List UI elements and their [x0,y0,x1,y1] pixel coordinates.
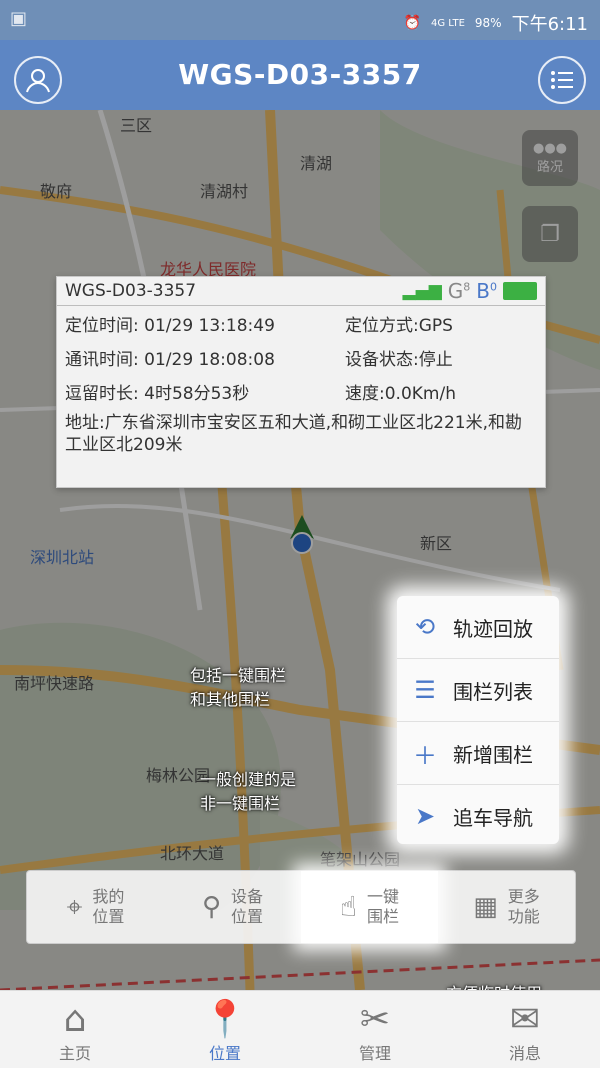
menu-item-navigate[interactable]: ➤ 追车导航 [397,785,559,847]
map-label-5: 深圳北站 [30,548,95,567]
time-label: 下午6:11 [511,14,588,35]
android-icon: ▣ [10,8,28,29]
my-location-button[interactable]: ⌖ 我的 位置 [27,871,164,943]
loc-method-label: 定位方式: [345,315,419,336]
menu-item-label: 围栏列表 [453,679,533,704]
location-pin-icon: 📍 [202,999,248,1040]
gsm-label: G8 [447,279,471,303]
list-icon: ☰ [414,676,436,704]
device-id: WGS-D03-3357 [65,281,197,301]
header: WGS-D03-3357 [0,40,600,110]
menu-item-label: 轨迹回放 [453,616,533,641]
loc-time-label: 定位时间: [65,315,139,336]
battery-label: 98% [474,16,502,30]
speed-label: 速度: [345,383,385,404]
hand-pointer-icon: ☝ [339,890,358,923]
device-location-label: 设备 位置 [231,887,264,926]
info-row-1: 定位时间: 01/29 13:18:49 定位方式:GPS [57,306,545,340]
nav-messages[interactable]: ✉ 消息 [450,991,600,1068]
more-label: 更多 功能 [507,887,540,926]
more-actions-popup: ⟲ 轨迹回放 ☰ 围栏列表 ＋ 新增围栏 ➤ 追车导航 [397,596,559,844]
grid-icon: ▦ [473,892,498,922]
bottom-nav: ⌂ 主页 📍 位置 ✂ 管理 ✉ 消息 [0,990,600,1068]
map-label-8: 北环大道 [160,844,225,863]
map-label-3: 清湖 [300,154,333,173]
menu-item-label: 新增围栏 [453,742,533,767]
map-label-10: 新区 [420,534,453,553]
info-header: WGS-D03-3357 ▂▄▆ G8 B0 [57,277,545,306]
info-row-2: 通讯时间: 01/29 18:08:08 设备状态:停止 [57,340,545,374]
comm-time-label: 通讯时间: [65,349,139,370]
my-location-label: 我的 位置 [92,887,125,926]
one-key-fence-button[interactable]: ☝ 一键 围栏 [301,871,438,943]
signal-indicators: ▂▄▆ G8 B0 [403,279,537,303]
message-bubble-icon: ✉ [509,999,541,1040]
loc-method-value: GPS [418,315,453,336]
nav-home[interactable]: ⌂ 主页 [0,991,150,1068]
nav-location-label: 位置 [208,1044,241,1063]
stay-label: 逗留时长: [65,383,139,404]
traffic-light-icon: ●●● [532,141,568,156]
menu-item-track-replay[interactable]: ⟲ 轨迹回放 [397,596,559,659]
loc-time-value: 01/29 13:18:49 [144,315,275,336]
nav-home-label: 主页 [58,1044,91,1063]
one-key-fence-label: 一键 围栏 [367,887,400,926]
map-label-0: 三区 [120,116,153,135]
nav-manage[interactable]: ✂ 管理 [300,991,450,1068]
map-label-6: 南坪快速路 [14,674,95,693]
menu-item-add-fence[interactable]: ＋ 新增围栏 [397,722,559,785]
map-view[interactable]: 三区 敬府 清湖村 清湖 龙华人民医院 深圳北站 南坪快速路 梅林公园 北环大道… [0,110,600,990]
device-state-value: 停止 [418,349,453,370]
speed-value: 0.0Km/h [384,383,456,404]
status-icons: ⏰ 4G LTE 98% 下午6:11 [404,10,588,36]
map-label-9: 笔架山公园 [320,850,401,869]
device-state-label: 设备状态: [345,349,419,370]
traffic-button[interactable]: ●●● 路况 [522,130,578,186]
status-bar: ▣ ⏰ 4G LTE 98% 下午6:11 [0,0,600,40]
info-row-3: 逗留时长: 4时58分53秒 速度:0.0Km/h [57,374,545,408]
device-info-panel[interactable]: WGS-D03-3357 ▂▄▆ G8 B0 定位时间: 01/29 13:18… [56,276,546,488]
menu-item-label: 追车导航 [453,805,533,830]
layers-icon: ❐ [540,221,560,247]
more-functions-button[interactable]: ▦ 更多 功能 [438,871,575,943]
nav-location[interactable]: 📍 位置 [150,991,300,1068]
annotation-created: 一般创建的是 非一键围栏 [200,770,297,813]
nav-messages-label: 消息 [508,1044,541,1063]
traffic-label: 路况 [536,160,563,175]
navigate-icon: ➤ [414,802,436,830]
network-label: 4G LTE [430,17,465,29]
map-toolbar: ⌖ 我的 位置 ⚲ 设备 位置 ☝ 一键 围栏 ▦ 更多 功能 [26,870,576,944]
alarm-icon: ⏰ [403,15,421,31]
pin-icon: ⚲ [201,892,222,922]
map-label-1: 敬府 [40,182,73,201]
plus-icon: ＋ [413,741,437,770]
address-text: 地址:广东省深圳市宝安区五和大道,和砌工业区北221米,和勘工业区北209米 [65,413,522,455]
crosshair-icon: ⌖ [66,890,83,923]
comm-time-value: 01/29 18:08:08 [144,349,275,370]
replay-icon: ⟲ [414,613,436,641]
stay-value: 4时58分53秒 [144,383,250,404]
device-location-button[interactable]: ⚲ 设备 位置 [164,871,301,943]
bluetooth-label: B0 [476,279,497,303]
annotation-fence-types: 包括一键围栏 和其他围栏 [190,666,287,709]
menu-item-fence-list[interactable]: ☰ 围栏列表 [397,659,559,722]
map-label-2: 清湖村 [200,182,249,201]
battery-icon [503,282,537,300]
menu-button[interactable] [538,56,586,104]
list-menu-icon [551,71,573,89]
tools-icon: ✂ [359,999,391,1040]
nav-manage-label: 管理 [358,1044,391,1063]
page-title: WGS-D03-3357 [178,58,422,91]
home-icon: ⌂ [63,999,87,1040]
signal-bars-icon: ▂▄▆ [402,281,442,301]
map-layer-button[interactable]: ❐ [522,206,578,262]
vehicle-arrow-icon [290,515,314,554]
